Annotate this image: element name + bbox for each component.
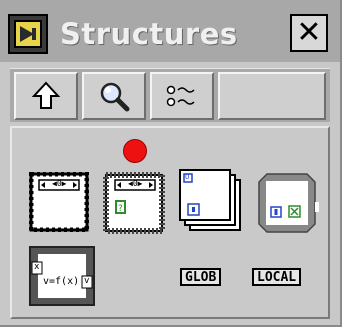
global-variable-item[interactable]: GLOB [180, 268, 222, 286]
case-structure-icon [258, 173, 319, 233]
sequence-structure-item[interactable]: 0 [178, 166, 244, 234]
app-icon-face [14, 20, 42, 48]
case-structure-item[interactable] [255, 170, 319, 236]
close-button[interactable]: ✕ [290, 14, 328, 52]
options-button[interactable] [150, 72, 214, 120]
structures-palette-window: Structures ✕ ◀0▶ ? ◀0▶ 0 x v v=f(x) GLOB… [0, 0, 342, 327]
app-icon-glyph [20, 26, 36, 42]
up-arrow-icon [31, 81, 61, 109]
for-loop-selector-label: ◀0▶ [52, 179, 67, 188]
formula-node-v-output: v [84, 276, 90, 286]
search-button[interactable] [82, 72, 146, 120]
title-bar[interactable]: Structures ✕ [0, 0, 340, 62]
formula-node-item[interactable]: x v v=f(x) [29, 246, 95, 306]
formula-node-label: v=f(x) [43, 276, 80, 287]
magnifier-search-icon [100, 82, 130, 112]
window-title: Structures [60, 17, 238, 51]
up-one-level-button[interactable] [14, 72, 78, 120]
while-loop-item[interactable]: ? ◀0▶ [103, 172, 165, 234]
while-loop-selector-label: ◀0▶ [128, 179, 143, 188]
sequence-frame-label: 0 [185, 173, 190, 181]
toolbar-empty-slot [218, 72, 326, 120]
for-loop-item[interactable]: ◀0▶ [28, 171, 90, 233]
list-options-icon [166, 85, 195, 107]
close-icon: ✕ [296, 15, 322, 50]
labview-structures-icon [8, 14, 48, 54]
red-dot-icon [123, 139, 147, 163]
svg-text:?: ? [118, 204, 123, 214]
local-variable-item[interactable]: LOCAL [252, 268, 302, 286]
structures-palette-grid: ◀0▶ ? ◀0▶ 0 x v v=f(x) GLOB LOCAL [10, 126, 330, 319]
palette-toolbar [10, 68, 330, 122]
formula-node-x-input: x [34, 262, 40, 272]
